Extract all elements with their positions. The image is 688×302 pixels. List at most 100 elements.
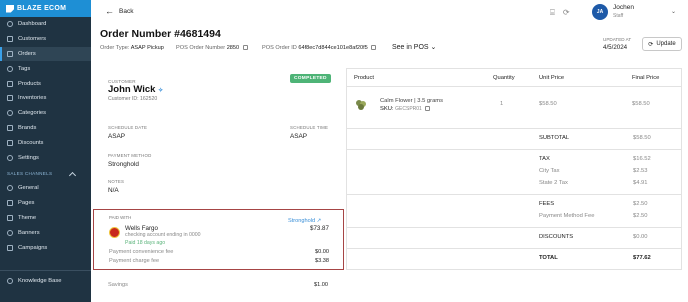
- blaze-logo-icon: [6, 4, 14, 13]
- sidebar-item-theme[interactable]: Theme: [0, 211, 91, 226]
- pages-icon: [7, 200, 13, 207]
- subtotal-group: SUBTOTAL $58.50: [347, 129, 681, 150]
- fees-label: FEES: [539, 201, 555, 207]
- page-title: Order Number #4681494: [100, 28, 221, 40]
- column-unit-price: Unit Price: [539, 75, 565, 81]
- table-row[interactable]: Calm Flower | 3.5 grams SKU: GECSPR01 1 …: [347, 87, 681, 129]
- city-tax-row: City Tax $2.53: [347, 166, 681, 178]
- sidebar-item-customers[interactable]: Customers: [0, 32, 91, 47]
- product-name[interactable]: Calm Flower | 3.5 grams: [380, 98, 443, 104]
- banners-icon: [7, 229, 13, 236]
- sidebar-item-label: Pages: [18, 200, 35, 207]
- sidebar-item-dashboard[interactable]: Dashboard: [0, 17, 91, 32]
- sidebar-item-products[interactable]: Products: [0, 76, 91, 91]
- sidebar-item-general[interactable]: General: [0, 181, 91, 196]
- top-icons: ⌸ ⟳: [550, 8, 570, 18]
- see-in-pos-dropdown[interactable]: See in POS ⌄: [392, 43, 436, 51]
- back-label: Back: [119, 8, 134, 15]
- inventories-icon: [7, 95, 13, 102]
- update-button[interactable]: ⟳ Update: [642, 37, 682, 51]
- sales-channels-nav: General Pages Theme Banners Campaigns: [0, 181, 91, 255]
- schedule-date-value: ASAP: [108, 133, 126, 140]
- fee-value: $3.38: [315, 258, 329, 264]
- copy-icon[interactable]: [371, 45, 377, 51]
- stronghold-link-label: Stronghold: [288, 218, 316, 224]
- customers-icon: [7, 36, 13, 43]
- sidebar-item-categories[interactable]: Categories: [0, 106, 91, 121]
- theme-icon: [7, 214, 13, 221]
- sidebar-item-inventories[interactable]: Inventories: [0, 91, 91, 106]
- sidebar-item-banners[interactable]: Banners: [0, 225, 91, 240]
- brands-icon: [7, 124, 13, 131]
- gift-icon[interactable]: ⌸: [550, 8, 555, 18]
- subtotal-label: SUBTOTAL: [539, 135, 570, 141]
- payment-method-fee-value: $2.50: [633, 213, 648, 219]
- payment-method-fee-label: Payment Method Fee: [539, 213, 595, 219]
- discounts-icon: [7, 139, 13, 146]
- chevron-down-icon: ⌄: [430, 44, 437, 51]
- payment-method-value: Stronghold: [108, 161, 139, 168]
- notes-value: N/A: [108, 187, 119, 194]
- order-type-value: ASAP Pickup: [130, 45, 164, 51]
- state-tax-value: $4.91: [633, 180, 648, 186]
- copy-icon[interactable]: [242, 45, 248, 51]
- pos-order-id: POS Order ID 64f8ec7d844ce101e8af20f5: [262, 45, 377, 51]
- order-type: Order Type: ASAP Pickup: [100, 45, 164, 51]
- tax-value: $16.52: [633, 156, 651, 162]
- sales-channels-label: SALES CHANNELS: [7, 171, 53, 177]
- tag-icon: [7, 65, 13, 72]
- sidebar-item-discounts[interactable]: Discounts: [0, 135, 91, 150]
- tax-row: TAX $16.52: [347, 154, 681, 166]
- sales-channels-header[interactable]: SALES CHANNELS: [0, 167, 91, 181]
- fee-label: Payment charge fee: [109, 258, 160, 264]
- discounts-group: DISCOUNTS $0.00: [347, 228, 681, 249]
- wells-fargo-logo: [109, 227, 120, 238]
- subtotal-row: SUBTOTAL $58.50: [347, 133, 681, 145]
- fee-label: Savings: [108, 282, 128, 288]
- avatar[interactable]: JA: [592, 4, 608, 20]
- sidebar-item-campaigns[interactable]: Campaigns: [0, 240, 91, 255]
- column-quantity: Quantity: [493, 75, 515, 81]
- sidebar-item-pages[interactable]: Pages: [0, 196, 91, 211]
- copy-icon[interactable]: [425, 106, 431, 111]
- general-icon: [7, 185, 13, 192]
- status-badge: COMPLETED: [290, 74, 331, 83]
- paid-with-card: PAID WITH Stronghold ↗ Wells Fargo check…: [93, 209, 344, 270]
- stronghold-link[interactable]: Stronghold ↗: [288, 218, 321, 224]
- paid-with-label: PAID WITH: [109, 215, 132, 220]
- arrow-left-icon: ←: [105, 6, 114, 16]
- sku-value: GECSPR01: [395, 106, 422, 113]
- pos-order-number-value: 2850: [226, 45, 240, 51]
- fee-value: $1.00: [314, 282, 328, 288]
- sidebar-item-brands[interactable]: Brands: [0, 121, 91, 136]
- sidebar-item-settings[interactable]: Settings: [0, 150, 91, 165]
- table-header: Product Quantity Unit Price Final Price: [347, 69, 681, 87]
- product-unit-price: $58.50: [539, 101, 557, 107]
- customer-name-text: John Wick: [108, 84, 156, 95]
- sidebar-item-knowledge-base[interactable]: Knowledge Base: [0, 274, 91, 289]
- total-row: TOTAL $77.62: [347, 253, 681, 265]
- payment-method-fee-row: Payment Method Fee $2.50: [347, 211, 681, 223]
- user-role: Staff: [613, 13, 624, 19]
- fee-row: Payment charge fee $3.38: [109, 258, 329, 264]
- pos-order-id-label: POS Order ID: [262, 45, 297, 51]
- user-name[interactable]: Jochen: [613, 4, 634, 11]
- orders-icon: [7, 50, 13, 57]
- discounts-label: DISCOUNTS: [539, 234, 574, 240]
- sidebar-item-orders[interactable]: Orders: [0, 46, 91, 62]
- brand-logo[interactable]: BLAZE ECOM: [0, 0, 91, 17]
- back-button[interactable]: ← Back: [105, 6, 134, 16]
- schedule-date-label: SCHEDULE DATE: [108, 125, 148, 130]
- sidebar-item-label: Theme: [18, 214, 37, 221]
- external-link-icon: ↗: [316, 218, 322, 224]
- product-quantity: 1: [500, 101, 504, 107]
- sidebar-item-tags[interactable]: Tags: [0, 61, 91, 76]
- schedule-time-label: SCHEDULE TIME: [290, 125, 329, 130]
- sidebar-item-label: Customers: [18, 36, 47, 43]
- payment-method-label: PAYMENT METHOD: [108, 153, 152, 158]
- updated-at-label: UPDATED AT: [603, 37, 632, 42]
- chevron-down-icon[interactable]: ⌄: [671, 8, 676, 15]
- customer-name[interactable]: John Wick ✧: [108, 84, 163, 95]
- refresh-icon[interactable]: ⟳: [563, 8, 570, 18]
- products-icon: [7, 80, 13, 87]
